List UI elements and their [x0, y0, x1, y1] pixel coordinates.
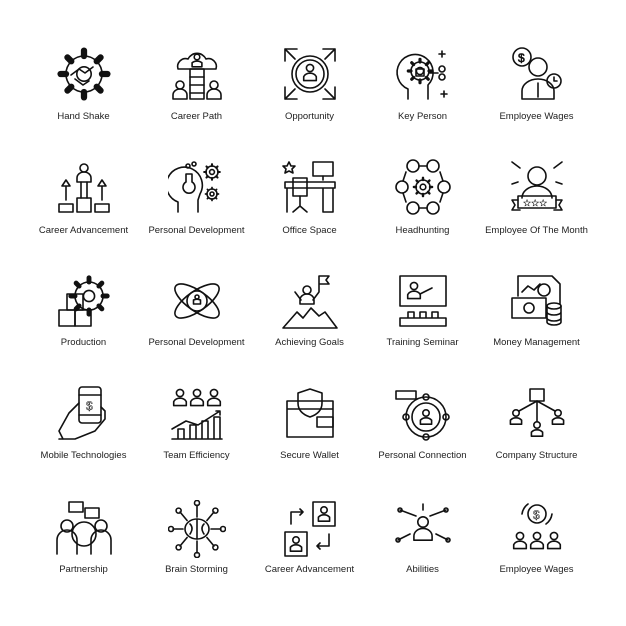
icon-tile: Abilities	[366, 500, 479, 613]
career-advancement-icon	[58, 163, 110, 213]
icon-tile: $ Mobile Technologies	[27, 385, 140, 498]
icon-tile: Training Seminar	[366, 272, 479, 385]
svg-text:$: $	[86, 399, 93, 413]
icon-tile: Secure Wallet	[253, 385, 366, 498]
icon-tile: Production	[27, 272, 140, 385]
icon-tile: Opportunity	[253, 45, 366, 158]
icon-tile: $ Employee Wages	[480, 45, 593, 158]
icon-tile: Partnership	[27, 500, 140, 613]
handshake-gear-icon	[57, 47, 111, 101]
money-management-icon	[511, 275, 562, 326]
svg-text:$: $	[518, 51, 525, 65]
abilities-icon	[395, 503, 451, 543]
personal-development-atom-icon	[174, 283, 220, 319]
icon-label: Employee Wages	[499, 111, 574, 122]
svg-text:$: $	[533, 508, 540, 522]
employee-wages-cycle-icon: $	[512, 503, 562, 550]
icon-tile: Team Efficiency	[140, 385, 253, 498]
team-efficiency-icon	[171, 388, 223, 440]
icon-tile: Office Space	[253, 158, 366, 271]
svg-text:★★★: ★★★	[523, 198, 547, 208]
icon-tile: Achieving Goals	[253, 272, 366, 385]
employee-wages-icon: $	[512, 47, 562, 100]
achieving-goals-icon	[282, 275, 338, 329]
icon-label: Money Management	[493, 337, 580, 348]
icon-tile: ★★★ Employee Of The Month	[480, 158, 593, 271]
production-icon	[58, 275, 110, 327]
headhunting-icon	[395, 159, 451, 215]
icon-tile: Company Structure	[480, 385, 593, 498]
icon-tile: Career Advancement	[27, 158, 140, 271]
company-structure-icon	[509, 388, 565, 437]
icon-tile: Money Management	[480, 272, 593, 385]
icon-tile: Personal Development	[140, 158, 253, 271]
employee-of-the-month-icon: ★★★	[511, 161, 563, 211]
icon-tile: Headhunting	[366, 158, 479, 271]
icon-tile: Personal Development	[140, 272, 253, 385]
partnership-icon	[56, 501, 112, 555]
icon-label: Employee Of The Month	[485, 225, 588, 236]
icon-label: Company Structure	[495, 450, 578, 461]
career-path-icon	[172, 52, 222, 100]
icon-tile: Hand Shake	[27, 45, 140, 158]
icon-tile: Career Path	[140, 45, 253, 158]
training-seminar-icon	[399, 275, 447, 327]
icon-tile: Brain Storming	[140, 500, 253, 613]
mobile-payment-icon: $	[58, 386, 106, 440]
icon-tile: Personal Connection	[366, 385, 479, 498]
opportunity-icon	[284, 48, 336, 100]
icon-label: Employee Wages	[499, 564, 574, 575]
secure-wallet-icon	[286, 388, 334, 438]
icon-tile: Key Person	[366, 45, 479, 158]
icon-tile: $ Employee Wages	[480, 500, 593, 613]
brain-storming-icon	[168, 500, 226, 558]
personal-connection-icon	[395, 390, 450, 441]
personal-development-head-icon	[168, 161, 221, 213]
career-swap-icon	[284, 501, 336, 557]
key-person-icon	[396, 50, 448, 100]
icon-tile: Career Advancement	[253, 500, 366, 613]
office-space-icon	[282, 161, 336, 213]
